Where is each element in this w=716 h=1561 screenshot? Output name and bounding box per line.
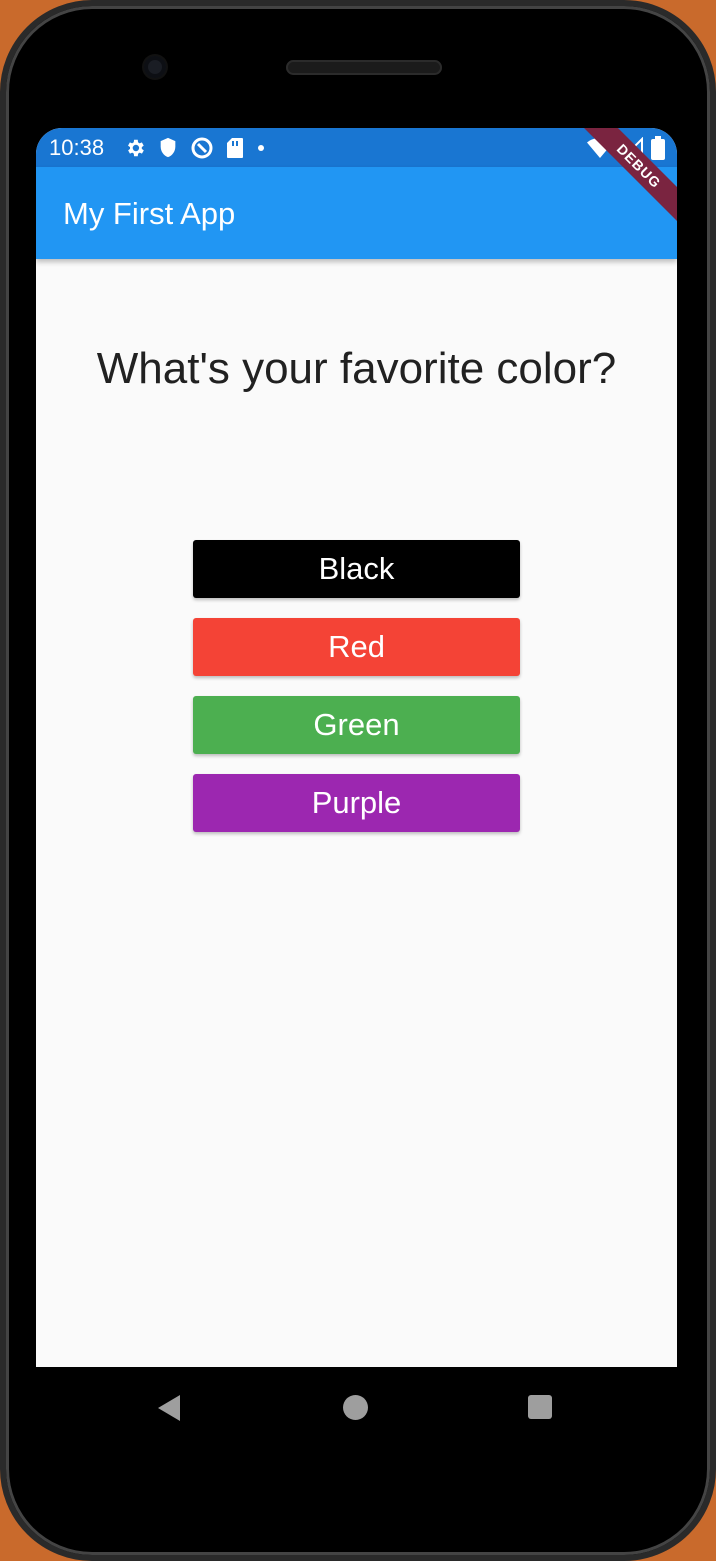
stage: 10:38 My First App DEBUG What's your fav… bbox=[0, 0, 716, 1561]
home-icon[interactable] bbox=[343, 1395, 368, 1420]
vpn-icon bbox=[191, 137, 213, 159]
system-nav-bar bbox=[36, 1367, 677, 1449]
back-icon[interactable] bbox=[158, 1395, 180, 1421]
answer-button-green[interactable]: Green bbox=[193, 696, 520, 754]
status-bar: 10:38 bbox=[36, 128, 677, 167]
sd-card-icon bbox=[227, 138, 243, 158]
app-title: My First App bbox=[63, 196, 236, 231]
device-screen: 10:38 My First App DEBUG What's your fav… bbox=[36, 128, 677, 1367]
dot-icon bbox=[258, 145, 264, 151]
answer-button-red[interactable]: Red bbox=[193, 618, 520, 676]
recents-icon[interactable] bbox=[528, 1395, 552, 1419]
status-time: 10:38 bbox=[49, 135, 105, 160]
settings-icon bbox=[128, 139, 144, 157]
battery-icon bbox=[651, 136, 665, 160]
shield-icon bbox=[160, 137, 176, 158]
answer-button-black[interactable]: Black bbox=[193, 540, 520, 598]
status-icons-left bbox=[124, 136, 266, 160]
question-text: What's your favorite color? bbox=[96, 344, 617, 393]
app-bar: My First App bbox=[36, 167, 677, 259]
earpiece-speaker bbox=[286, 60, 442, 75]
answer-button-purple[interactable]: Purple bbox=[193, 774, 520, 832]
front-camera bbox=[144, 56, 166, 78]
